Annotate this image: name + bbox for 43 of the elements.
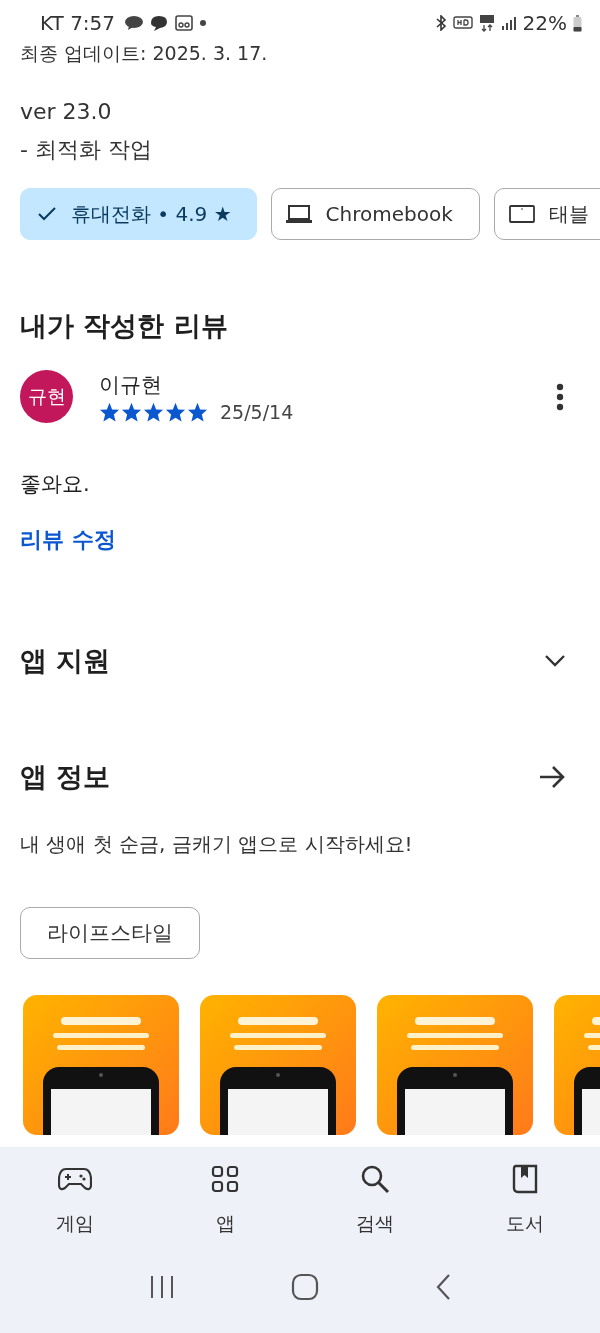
avatar: 규현	[20, 370, 73, 423]
arrow-right-icon[interactable]	[538, 765, 566, 789]
tablet-icon	[508, 204, 535, 224]
review-text: 좋와요.	[20, 471, 91, 498]
home-icon[interactable]	[291, 1273, 319, 1301]
laptop-icon	[285, 204, 312, 224]
section-title: 앱 정보	[20, 760, 111, 794]
check-icon	[37, 206, 57, 222]
chat-bubble-icon	[149, 15, 170, 31]
nav-tab[interactable]: 도서	[450, 1161, 600, 1237]
bluetooth-icon	[434, 15, 447, 31]
signal-icon	[500, 16, 517, 30]
bookmark-book-icon	[512, 1164, 538, 1194]
nav-tab[interactable]: 앱	[150, 1161, 300, 1237]
more-icon[interactable]	[556, 382, 564, 411]
status-time: KT 7:57	[40, 11, 116, 35]
gamepad-icon	[58, 1166, 92, 1192]
battery-icon	[573, 14, 582, 32]
device-chip[interactable]: 휴대전화 • 4.9 ★	[20, 188, 257, 240]
chat-bubble-icon	[125, 16, 144, 30]
review-date: 25/5/14	[220, 400, 294, 423]
section-title: 앱 지원	[20, 644, 111, 678]
device-chip[interactable]: Chromebook	[270, 188, 480, 240]
nav-tab[interactable]: 게임	[0, 1161, 150, 1237]
section-title: 내가 작성한 리뷰	[20, 309, 229, 343]
change-note: - 최적화 작업	[20, 136, 153, 164]
back-icon[interactable]	[434, 1273, 453, 1301]
reviewer-name: 이규현	[99, 371, 163, 399]
edit-review-link[interactable]: 리뷰 수정	[20, 525, 116, 555]
chevron-icon[interactable]	[544, 654, 566, 668]
device-chip[interactable]: 태블	[493, 188, 600, 240]
category-chip[interactable]: 라이프스타일	[20, 907, 200, 959]
nav-tab[interactable]: 검색	[300, 1161, 450, 1237]
hd-icon	[452, 15, 473, 31]
network-icon	[478, 14, 495, 32]
version-text: ver 23.0	[20, 98, 113, 126]
app-description: 내 생애 첫 순금, 금캐기 앱으로 시작하세요!	[20, 831, 414, 858]
update-date: 최종 업데이트: 2025. 3. 17.	[20, 41, 269, 66]
battery-percent: 22%	[522, 11, 567, 35]
apps-icon	[211, 1165, 239, 1193]
voicemail-icon	[175, 15, 194, 31]
search-icon	[360, 1164, 390, 1194]
dot-icon	[199, 19, 208, 27]
